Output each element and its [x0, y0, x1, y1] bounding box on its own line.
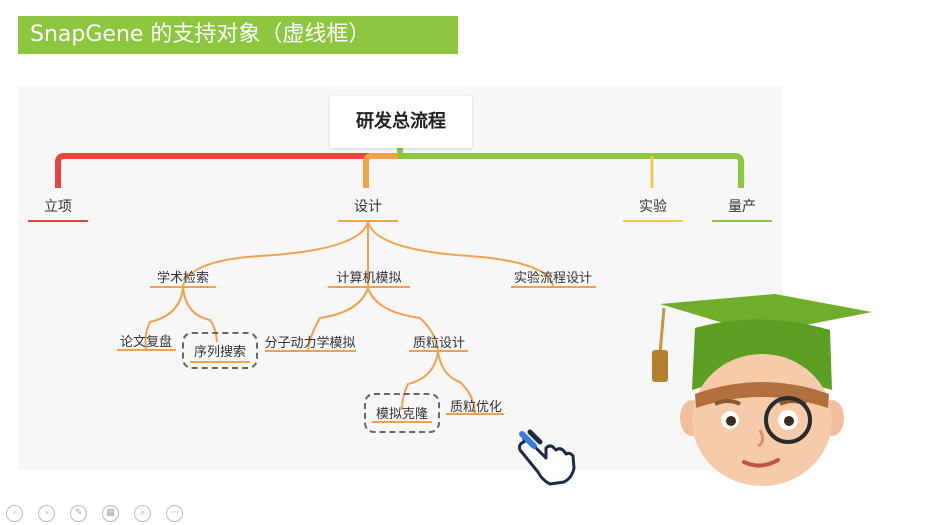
node-xulie: 序列搜索 — [193, 345, 247, 360]
slide: { "slide": { "title": "SnapGene 的支持对象（虚线… — [0, 0, 934, 525]
node-fenzi: 分子动力学模拟 — [264, 336, 356, 351]
zoom-icon[interactable]: ⌕ — [134, 505, 151, 522]
branch-right — [398, 153, 744, 188]
pen-icon[interactable]: ✎ — [70, 505, 87, 522]
node-lixiang: 立项 — [44, 199, 72, 215]
prev-slide-icon[interactable]: ‹ — [6, 505, 23, 522]
node-xueshu: 学术检索 — [156, 271, 210, 286]
node-sheji: 设计 — [354, 199, 382, 215]
node-youhua: 质粒优化 — [449, 400, 503, 415]
node-shiyanliucheng: 实验流程设计 — [513, 271, 593, 286]
more-options-icon[interactable]: ⋯ — [166, 505, 183, 522]
node-zhili: 质粒设计 — [412, 336, 466, 351]
node-shiyan: 实验 — [639, 199, 667, 215]
node-lunwen: 论文复盘 — [119, 335, 173, 350]
next-slide-icon[interactable]: › — [38, 505, 55, 522]
node-liangchan: 量产 — [728, 199, 756, 215]
graduate-avatar — [652, 294, 872, 486]
mindmap-root: 研发总流程 — [330, 96, 472, 148]
slides-grid-icon[interactable]: ▦ — [102, 505, 119, 522]
pointing-hand-icon — [518, 429, 576, 486]
branch-lixiang — [55, 153, 370, 188]
node-jisuanji: 计算机模拟 — [336, 271, 402, 286]
node-moni: 模拟克隆 — [375, 407, 429, 422]
branch-sheji — [363, 153, 398, 188]
